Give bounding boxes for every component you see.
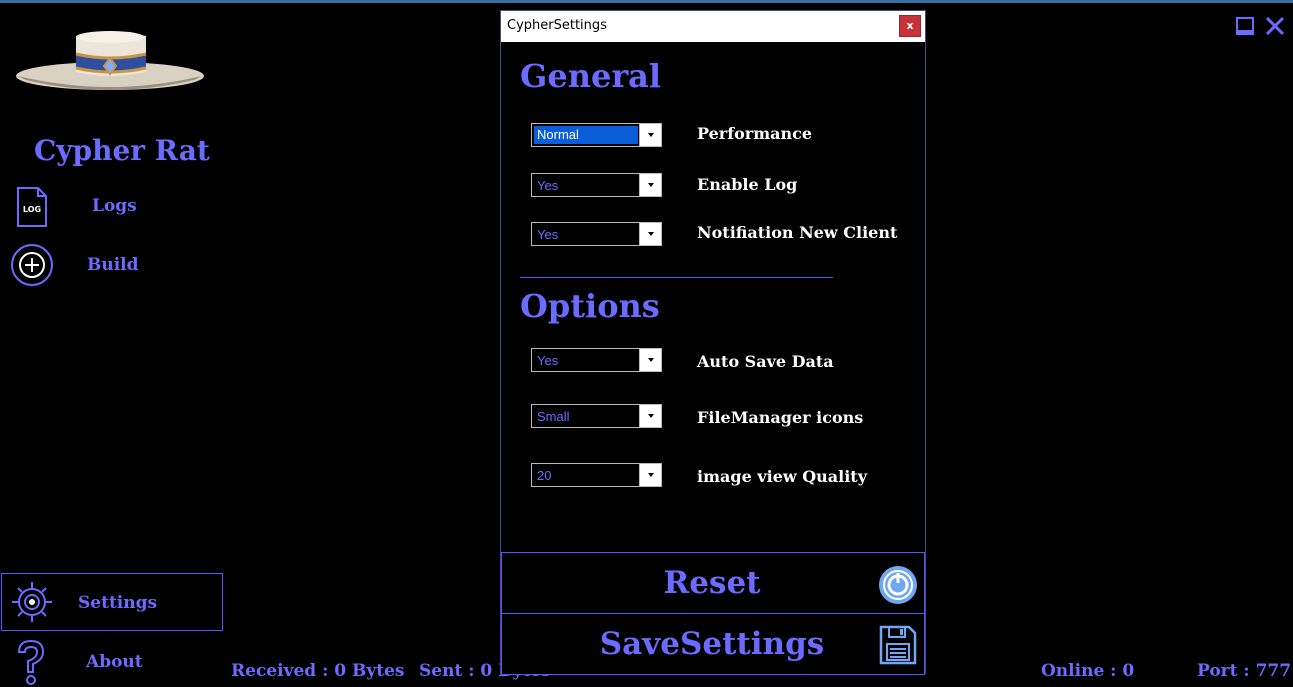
section-title-options: Options xyxy=(520,287,660,325)
power-icon xyxy=(878,565,918,605)
log-icon-text: LOG xyxy=(23,205,41,214)
floppy-disk-icon xyxy=(878,624,918,665)
chevron-down-icon[interactable] xyxy=(639,405,661,427)
minimize-icon[interactable] xyxy=(1235,16,1255,36)
log-file-icon: LOG xyxy=(16,186,48,233)
image-view-quality-label: image view Quality xyxy=(697,467,867,486)
image-view-quality-select[interactable]: 20 xyxy=(531,463,662,487)
select-value: 20 xyxy=(537,468,552,483)
select-value: Yes xyxy=(537,227,559,242)
select-value: Normal xyxy=(534,126,638,144)
enable-log-label: Enable Log xyxy=(697,175,798,194)
status-port: Port : 7771 xyxy=(1197,661,1293,681)
select-value: Small xyxy=(537,409,570,424)
top-edge-strip xyxy=(0,0,1293,3)
sidebar-item-build[interactable]: Build xyxy=(0,243,200,287)
chevron-down-icon[interactable] xyxy=(639,223,661,245)
chevron-down-icon[interactable] xyxy=(639,464,661,486)
status-online: Online : 0 xyxy=(1041,661,1135,681)
dialog-title: CypherSettings xyxy=(507,18,607,33)
section-divider xyxy=(520,277,833,278)
sidebar-item-label: About xyxy=(86,652,143,672)
performance-label: Performance xyxy=(697,124,813,143)
question-icon xyxy=(14,638,48,687)
add-circle-icon xyxy=(10,243,54,292)
select-value: Yes xyxy=(537,178,559,193)
auto-save-data-label: Auto Save Data xyxy=(697,352,834,371)
gear-icon xyxy=(10,580,54,628)
reset-button[interactable]: Reset xyxy=(501,552,925,614)
sidebar-item-logs[interactable]: LOG Logs xyxy=(0,184,200,228)
save-settings-button[interactable]: SaveSettings xyxy=(501,613,925,675)
sidebar-item-about[interactable]: About xyxy=(0,638,200,686)
dialog-close-button[interactable]: x xyxy=(899,15,921,37)
chevron-down-icon[interactable] xyxy=(639,124,661,146)
sidebar-item-settings[interactable]: Settings xyxy=(1,573,223,631)
sidebar-item-label: Logs xyxy=(92,196,137,216)
chevron-down-icon[interactable] xyxy=(639,174,661,196)
settings-dialog: CypherSettings x General Normal Performa… xyxy=(500,10,926,675)
sidebar-item-label: Build xyxy=(87,255,139,275)
save-settings-button-label: SaveSettings xyxy=(599,626,825,662)
dialog-titlebar[interactable]: CypherSettings x xyxy=(501,11,925,42)
reset-button-label: Reset xyxy=(663,565,761,601)
performance-select[interactable]: Normal xyxy=(531,123,662,147)
enable-log-select[interactable]: Yes xyxy=(531,173,662,197)
auto-save-data-select[interactable]: Yes xyxy=(531,348,662,372)
filemanager-icons-select[interactable]: Small xyxy=(531,404,662,428)
app-logo xyxy=(14,28,206,100)
chevron-down-icon[interactable] xyxy=(639,349,661,371)
notification-new-client-select[interactable]: Yes xyxy=(531,222,662,246)
section-title-general: General xyxy=(520,57,662,95)
app-title: Cypher Rat xyxy=(34,134,210,167)
status-received: Received : 0 Bytes xyxy=(231,661,405,681)
filemanager-icons-label: FileManager icons xyxy=(697,408,864,427)
window-controls xyxy=(1235,16,1285,36)
select-value: Yes xyxy=(537,353,559,368)
notification-new-client-label: Notifiation New Client xyxy=(697,223,898,242)
close-icon[interactable] xyxy=(1265,16,1285,36)
sidebar-item-label: Settings xyxy=(78,593,158,613)
